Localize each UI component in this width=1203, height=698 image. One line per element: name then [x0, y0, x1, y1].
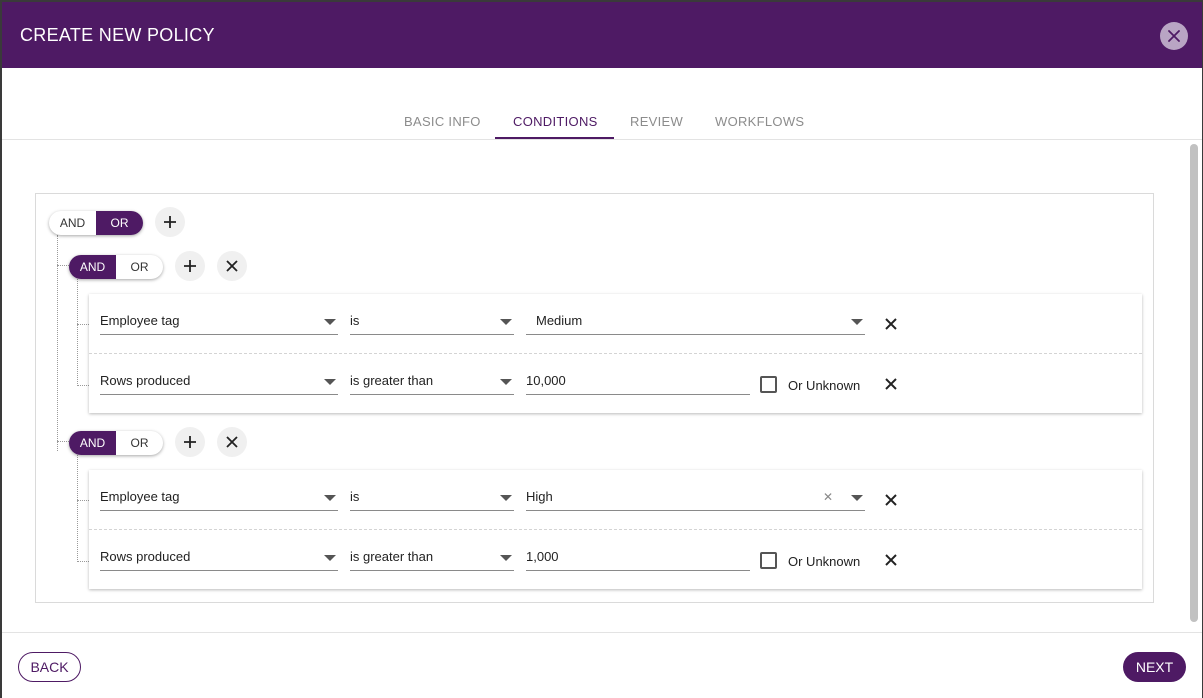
operator-select[interactable]: is: [350, 311, 514, 335]
or-unknown-checkbox[interactable]: [760, 376, 777, 393]
remove-rule-button[interactable]: [882, 491, 900, 509]
chevron-down-icon: [324, 555, 336, 561]
close-icon: [226, 436, 238, 448]
value-input[interactable]: 1,000: [526, 547, 750, 571]
field-value: Rows produced: [100, 373, 191, 388]
remove-rule-button[interactable]: [882, 315, 900, 333]
back-button[interactable]: BACK: [18, 652, 81, 682]
tab-workflows[interactable]: WORKFLOWS: [715, 114, 804, 129]
operator-value: is: [350, 489, 360, 504]
remove-rule-button[interactable]: [882, 375, 900, 393]
group-1-and-option[interactable]: AND: [69, 255, 116, 279]
or-unknown-checkbox[interactable]: [760, 552, 777, 569]
rule-row: Employee tag is High ✕: [89, 470, 1142, 530]
group-2-or-option[interactable]: OR: [116, 431, 163, 455]
step-tabs: BASIC INFO CONDITIONS REVIEW WORKFLOWS: [2, 68, 1202, 140]
group-1-or-option[interactable]: OR: [116, 255, 163, 279]
plus-icon: [184, 260, 196, 272]
group-2-and-or-toggle: AND OR: [69, 431, 163, 455]
input-value: 1,000: [526, 549, 559, 564]
group-2-and-option[interactable]: AND: [69, 431, 116, 455]
value-select[interactable]: High ✕: [526, 487, 865, 511]
rule-row: Employee tag is Medium: [89, 294, 1142, 354]
content-scrollbar[interactable]: [1190, 144, 1198, 622]
plus-icon: [184, 436, 196, 448]
rule-row: Rows produced is greater than 1,000 Or U…: [89, 530, 1142, 590]
field-value: Employee tag: [100, 313, 180, 328]
group-2-rules-card: Employee tag is High ✕ Rows produced is …: [89, 470, 1142, 589]
chevron-down-icon: [851, 495, 863, 501]
chevron-down-icon: [500, 379, 512, 385]
chevron-down-icon: [500, 319, 512, 325]
create-policy-dialog: CREATE NEW POLICY BASIC INFO CONDITIONS …: [2, 2, 1202, 698]
chevron-down-icon: [851, 319, 863, 325]
operator-value: is: [350, 313, 360, 328]
dialog-title: CREATE NEW POLICY: [20, 25, 215, 45]
operator-select[interactable]: is greater than: [350, 547, 514, 571]
tab-basic-info[interactable]: BASIC INFO: [404, 114, 481, 129]
close-icon: [226, 260, 238, 272]
group-1-remove-button[interactable]: [217, 251, 247, 281]
tab-conditions[interactable]: CONDITIONS: [513, 114, 598, 129]
root-or-option[interactable]: OR: [96, 211, 143, 235]
root-and-option[interactable]: AND: [49, 211, 96, 235]
field-value: Rows produced: [100, 549, 191, 564]
chevron-down-icon: [324, 495, 336, 501]
close-icon: [885, 318, 897, 330]
connector-line: [77, 500, 89, 501]
dialog-header: CREATE NEW POLICY: [2, 2, 1202, 68]
close-icon: [1168, 30, 1180, 42]
group-connector-line: [77, 279, 78, 386]
selected-value: Medium: [536, 313, 583, 328]
operator-value: is greater than: [350, 549, 434, 564]
value-select[interactable]: Medium: [526, 311, 865, 335]
close-icon: [885, 494, 897, 506]
operator-select[interactable]: is greater than: [350, 371, 514, 395]
connector-line: [77, 561, 89, 562]
remove-rule-button[interactable]: [882, 551, 900, 569]
input-value: 10,000: [526, 373, 566, 388]
group-1-and-or-toggle: AND OR: [69, 255, 163, 279]
or-unknown-label: Or Unknown: [788, 378, 861, 393]
condition-builder: AND OR AND OR Employee tag is Medium Row…: [35, 193, 1154, 603]
field-select[interactable]: Employee tag: [100, 487, 338, 511]
group-connector-line: [77, 455, 78, 562]
rule-row: Rows produced is greater than 10,000 Or …: [89, 354, 1142, 414]
operator-value: is greater than: [350, 373, 434, 388]
connector-line: [77, 385, 89, 386]
plus-icon: [164, 216, 176, 228]
dialog-footer: BACK NEXT: [2, 632, 1202, 698]
chevron-down-icon: [500, 495, 512, 501]
connector-line: [57, 265, 69, 266]
tab-review[interactable]: REVIEW: [630, 114, 683, 129]
chevron-down-icon: [324, 319, 336, 325]
add-root-condition-button[interactable]: [155, 207, 185, 237]
field-value: Employee tag: [100, 489, 180, 504]
clear-icon[interactable]: ✕: [823, 490, 833, 504]
operator-select[interactable]: is: [350, 487, 514, 511]
connector-line: [77, 324, 89, 325]
active-tab-indicator: [495, 137, 614, 139]
chevron-down-icon: [324, 379, 336, 385]
group-1-rules-card: Employee tag is Medium Rows produced is …: [89, 294, 1142, 413]
close-icon: [885, 554, 897, 566]
field-select[interactable]: Rows produced: [100, 371, 338, 395]
group-1-add-button[interactable]: [175, 251, 205, 281]
next-button[interactable]: NEXT: [1123, 652, 1186, 682]
connector-line: [57, 441, 69, 442]
root-and-or-toggle: AND OR: [49, 211, 143, 235]
root-connector-line: [57, 235, 58, 451]
group-2-add-button[interactable]: [175, 427, 205, 457]
selected-value: High: [526, 489, 553, 504]
field-select[interactable]: Employee tag: [100, 311, 338, 335]
close-dialog-button[interactable]: [1160, 22, 1188, 50]
value-input[interactable]: 10,000: [526, 371, 750, 395]
field-select[interactable]: Rows produced: [100, 547, 338, 571]
group-2-remove-button[interactable]: [217, 427, 247, 457]
chevron-down-icon: [500, 555, 512, 561]
or-unknown-label: Or Unknown: [788, 554, 861, 569]
close-icon: [885, 378, 897, 390]
